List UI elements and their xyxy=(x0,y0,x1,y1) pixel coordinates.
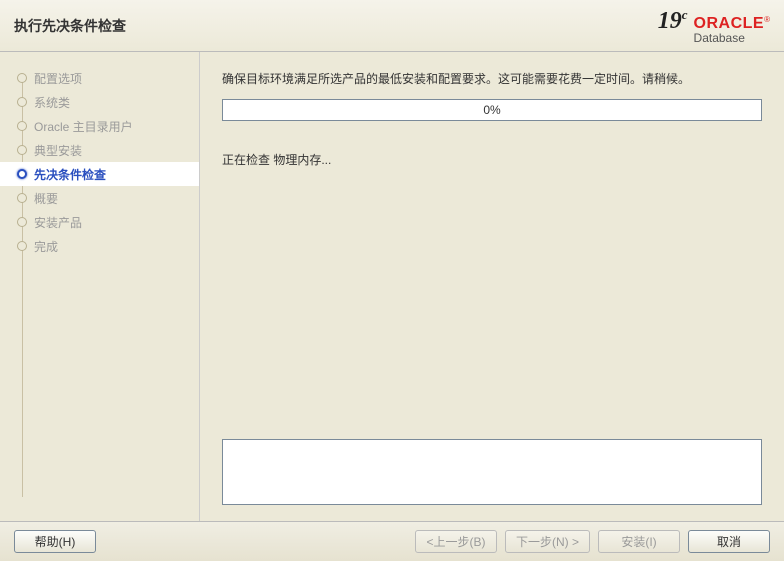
sidebar-item-install-product: 安装产品 xyxy=(0,210,199,234)
brand-version: 19c xyxy=(658,7,688,35)
sidebar-item-label: 完成 xyxy=(34,238,58,255)
brand-product: Database xyxy=(694,32,770,44)
sidebar-item-label: Oracle 主目录用户 xyxy=(34,118,133,135)
step-dot-icon xyxy=(17,217,27,227)
step-dot-icon xyxy=(17,169,27,179)
sidebar-item-label: 先决条件检查 xyxy=(34,166,106,183)
page-title: 执行先决条件检查 xyxy=(14,16,126,36)
installer-window: 执行先决条件检查 19c ORACLE® Database 配置选项 系统类 O… xyxy=(0,0,784,561)
footer: 帮助(H) <上一步(B) 下一步(N) > 安装(I) 取消 xyxy=(0,521,784,561)
sidebar-item-label: 安装产品 xyxy=(34,214,82,231)
sidebar-item-prereq-check: 先决条件检查 xyxy=(0,162,199,186)
sidebar-item-finish: 完成 xyxy=(0,234,199,258)
step-dot-icon xyxy=(17,241,27,251)
output-area[interactable] xyxy=(222,439,762,505)
sidebar-item-label: 配置选项 xyxy=(34,70,82,87)
status-text: 正在检查 物理内存... xyxy=(222,151,762,168)
sidebar-item-config-option: 配置选项 xyxy=(0,66,199,90)
brand-name: ORACLE® xyxy=(694,16,770,32)
sidebar-item-label: 系统类 xyxy=(34,94,70,111)
progress-bar: 0% xyxy=(222,99,762,121)
step-dot-icon xyxy=(17,73,27,83)
progress-percent: 0% xyxy=(483,103,500,117)
sidebar-item-system-class: 系统类 xyxy=(0,90,199,114)
install-button: 安装(I) xyxy=(598,530,680,553)
next-button: 下一步(N) > xyxy=(505,530,590,553)
step-list: 配置选项 系统类 Oracle 主目录用户 典型安装 先决条件检查 概要 安装产… xyxy=(0,66,199,258)
sidebar-item-summary: 概要 xyxy=(0,186,199,210)
sidebar: 配置选项 系统类 Oracle 主目录用户 典型安装 先决条件检查 概要 安装产… xyxy=(0,52,200,521)
step-dot-icon xyxy=(17,145,27,155)
content: 确保目标环境满足所选产品的最低安装和配置要求。这可能需要花费一定时间。请稍候。 … xyxy=(200,52,784,521)
step-dot-icon xyxy=(17,193,27,203)
back-button: <上一步(B) xyxy=(415,530,497,553)
sidebar-item-typical-install: 典型安装 xyxy=(0,138,199,162)
step-dot-icon xyxy=(17,97,27,107)
cancel-button[interactable]: 取消 xyxy=(688,530,770,553)
step-dot-icon xyxy=(17,121,27,131)
sidebar-item-label: 概要 xyxy=(34,190,58,207)
body: 配置选项 系统类 Oracle 主目录用户 典型安装 先决条件检查 概要 安装产… xyxy=(0,52,784,521)
help-button[interactable]: 帮助(H) xyxy=(14,530,96,553)
description-text: 确保目标环境满足所选产品的最低安装和配置要求。这可能需要花费一定时间。请稍候。 xyxy=(222,70,762,87)
brand: 19c ORACLE® Database xyxy=(658,7,770,44)
header: 执行先决条件检查 19c ORACLE® Database xyxy=(0,0,784,52)
sidebar-item-oracle-home-user: Oracle 主目录用户 xyxy=(0,114,199,138)
sidebar-item-label: 典型安装 xyxy=(34,142,82,159)
